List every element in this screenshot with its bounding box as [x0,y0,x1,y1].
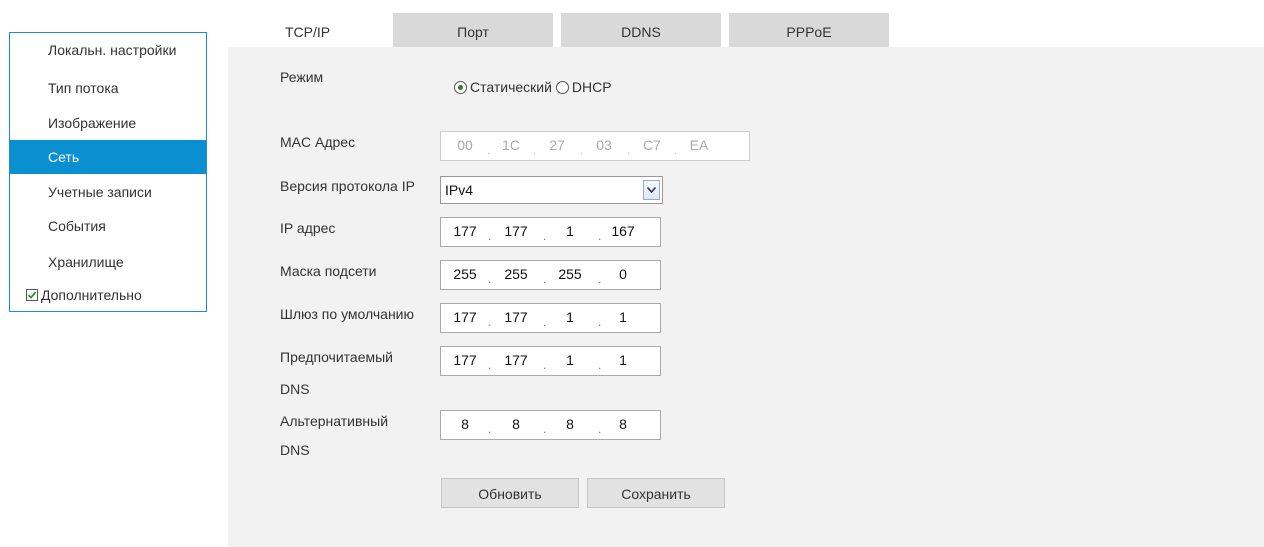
advanced-label: Дополнительно [41,287,142,303]
preferred-dns-octet-3[interactable]: 1 [552,347,588,375]
ip-address-octet-3[interactable]: 1 [552,218,588,246]
ip-address-octet-1[interactable]: 177 [447,218,483,246]
mac-octet: 03 [596,137,612,153]
radio-static-label[interactable]: Статический [470,79,552,95]
checkmark-icon [27,291,37,299]
mac-octet: 1C [502,137,520,153]
preferred-dns-label: Предпочитаемый [280,349,394,365]
mac-field: 00 . 1C . 27 . 03 . C7 . EA [440,131,750,161]
subnet-mask-octet-3[interactable]: 255 [552,261,588,289]
sidebar-item-events[interactable]: События [10,209,206,243]
ip-version-value: IPv4 [445,182,474,198]
sidebar-item-accounts[interactable]: Учетные записи [10,175,206,209]
advanced-toggle[interactable]: Дополнительно [26,285,142,305]
mac-octet: C7 [643,137,661,153]
mode-label: Режим [280,69,324,85]
refresh-button[interactable]: Обновить [441,478,579,508]
sidebar-item-image[interactable]: Изображение [10,106,206,140]
sidebar-item-network[interactable]: Сеть [10,140,206,174]
gateway-octet-2[interactable]: 177 [498,304,534,332]
mode-radio-group: Статический DHCP [454,77,612,97]
mac-octet: 27 [549,137,565,153]
save-button[interactable]: Сохранить [587,478,725,508]
mac-octet: EA [689,137,709,153]
ip-address-label: IP адрес [280,220,336,236]
gateway-octet-3[interactable]: 1 [552,304,588,332]
chevron-down-icon[interactable] [643,180,660,200]
gateway-field: 177 . 177 . 1 . 1 [440,303,661,333]
alternate-dns-octet-2[interactable]: 8 [498,411,534,439]
alternate-dns-field: 8 . 8 . 8 . 8 [440,410,661,440]
alternate-dns-octet-4[interactable]: 8 [605,411,641,439]
tab-ddns[interactable]: DDNS [561,13,721,47]
subnet-mask-field: 255 . 255 . 255 . 0 [440,260,661,290]
preferred-dns-octet-4[interactable]: 1 [605,347,641,375]
alternate-dns-octet-1[interactable]: 8 [447,411,483,439]
ip-address-field: 177 . 177 . 1 . 167 [440,217,661,247]
gateway-label: Шлюз по умолчанию [280,306,415,322]
subnet-mask-label: Маска подсети [280,263,377,279]
tab-port[interactable]: Порт [393,13,553,47]
settings-panel [228,47,1264,547]
sidebar-menu: Локальн. настройки Тип потока Изображени… [9,32,207,312]
ip-version-select[interactable]: IPv4 [440,176,663,204]
radio-static[interactable] [454,80,467,94]
radio-selected-dot [458,84,463,90]
ip-version-label: Версия протокола IP [280,178,415,194]
preferred-dns-octet-1[interactable]: 177 [447,347,483,375]
tab-pppoe[interactable]: PPPoE [729,13,889,47]
sidebar-item-storage[interactable]: Хранилище [10,245,206,279]
radio-dhcp-label[interactable]: DHCP [572,79,612,95]
preferred-dns-octet-2[interactable]: 177 [498,347,534,375]
alternate-dns-octet-3[interactable]: 8 [552,411,588,439]
gateway-octet-4[interactable]: 1 [605,304,641,332]
gateway-octet-1[interactable]: 177 [447,304,483,332]
preferred-dns-label-line2: DNS [280,381,310,397]
alternate-dns-label: Альтернативный [280,413,389,429]
subnet-mask-octet-1[interactable]: 255 [447,261,483,289]
advanced-checkbox[interactable] [26,289,38,301]
ip-address-octet-4[interactable]: 167 [605,218,641,246]
subnet-mask-octet-4[interactable]: 0 [605,261,641,289]
radio-dhcp[interactable] [555,80,569,94]
tab-tcpip[interactable]: TCP/IP [230,13,385,47]
mac-label: MAC Адрес [280,134,356,150]
preferred-dns-field: 177 . 177 . 1 . 1 [440,346,661,376]
sidebar-item-local-settings[interactable]: Локальн. настройки [10,33,206,67]
subnet-mask-octet-2[interactable]: 255 [498,261,534,289]
mac-octet: 00 [457,137,473,153]
alternate-dns-label-line2: DNS [280,442,310,458]
sidebar-item-stream-type[interactable]: Тип потока [10,71,206,105]
ip-address-octet-2[interactable]: 177 [498,218,534,246]
